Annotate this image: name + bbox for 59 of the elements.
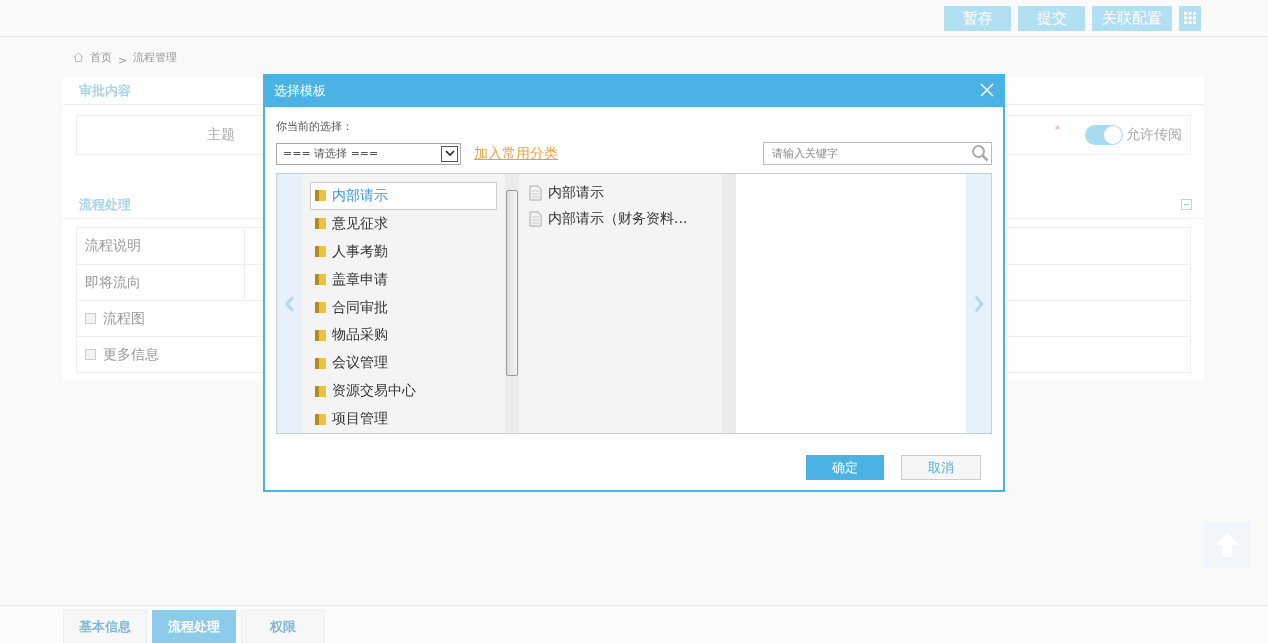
section-title: 审批内容 (79, 81, 131, 100)
next-button[interactable] (966, 174, 991, 433)
grid-icon (1184, 12, 1196, 24)
row-label: 流程说明 (77, 228, 245, 264)
field-label: 主题 (207, 126, 235, 144)
document-icon (529, 211, 542, 227)
scrollbar[interactable] (505, 174, 519, 433)
home-icon (73, 52, 84, 62)
folder-icon (314, 217, 327, 231)
circulate-toggle[interactable] (1085, 125, 1123, 145)
checkbox-label: 更多信息 (103, 345, 159, 364)
section-title: 流程处理 (79, 195, 131, 214)
category-select[interactable]: === 请选择 === (276, 142, 461, 165)
category-item[interactable]: 内部请示 (310, 182, 497, 210)
search-field[interactable]: 请输入关键字 (763, 142, 992, 165)
current-selection-label: 你当前的选择： (276, 119, 354, 134)
category-item[interactable]: 会议管理 (310, 349, 497, 378)
bottom-tab[interactable]: 基本信息 (63, 610, 147, 643)
category-item[interactable]: 物品采购 (310, 321, 497, 350)
row-label: 即将流向 (77, 265, 245, 300)
category-item[interactable]: 合同审批 (310, 293, 497, 322)
folder-icon (314, 245, 327, 259)
breadcrumb-separator: > (118, 53, 128, 67)
toggle-label: 允许传阅 (1126, 126, 1182, 144)
category-item[interactable]: 项目管理 (310, 405, 497, 433)
folder-icon (314, 328, 327, 342)
folder-icon (314, 301, 327, 314)
cancel-button[interactable]: 取消 (901, 455, 981, 480)
bottom-tab[interactable]: 流程处理 (152, 610, 236, 643)
grid-menu-button[interactable] (1179, 5, 1201, 31)
chevron-down-icon (444, 150, 455, 157)
breadcrumb-link[interactable]: 流程管理 (133, 49, 178, 65)
dialog-title: 选择模板 (274, 81, 326, 100)
category-item[interactable]: 资源交易中心 (310, 377, 497, 406)
document-icon (529, 185, 542, 201)
add-favorite-link[interactable]: 加入常用分类 (474, 144, 558, 163)
checkbox[interactable] (85, 313, 96, 324)
category-item[interactable]: 人事考勤 (310, 237, 497, 266)
folder-icon (314, 412, 327, 426)
previous-button[interactable] (277, 174, 302, 433)
folder-icon (314, 189, 327, 203)
chevron-right-icon (973, 294, 984, 313)
checkbox[interactable] (85, 349, 96, 360)
folder-icon (314, 273, 327, 287)
search-icon (971, 144, 989, 162)
required-mark: * (1055, 124, 1060, 135)
collapse-icon[interactable] (1181, 199, 1192, 210)
chevron-left-icon (284, 294, 295, 313)
category-item[interactable]: 盖章申请 (310, 265, 497, 294)
scrollbar[interactable] (722, 174, 736, 433)
folder-icon (314, 356, 327, 370)
template-item[interactable]: 内部请示 (529, 184, 722, 202)
bottom-tab[interactable]: 权限 (241, 610, 325, 643)
template-item[interactable]: 内部请示（财务资料... (529, 210, 722, 228)
folder-icon (314, 384, 327, 398)
checkbox-label: 流程图 (103, 309, 145, 328)
breadcrumb-link[interactable]: 首页 (90, 49, 112, 65)
confirm-button[interactable]: 确定 (806, 455, 884, 480)
category-item[interactable]: 意见征求 (310, 209, 497, 238)
